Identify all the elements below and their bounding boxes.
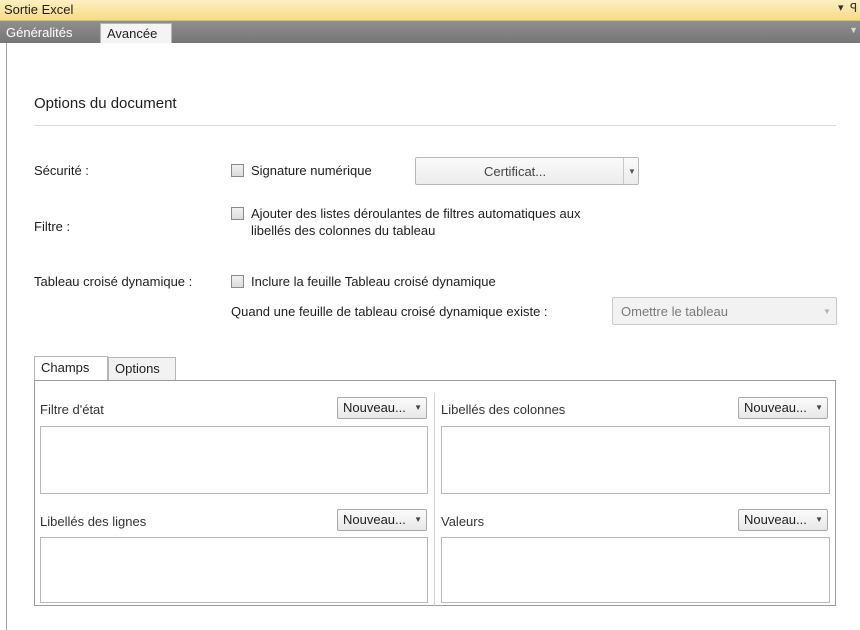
window-title: Sortie Excel <box>4 2 74 17</box>
tab-champs[interactable]: Champs <box>34 356 108 381</box>
chevron-down-icon: ▼ <box>628 167 636 176</box>
certificate-dropdown[interactable]: ▼ <box>623 158 640 184</box>
left-border <box>6 43 7 630</box>
column-labels-list[interactable] <box>441 426 830 494</box>
column-labels-label: Libellés des colonnes <box>441 402 566 417</box>
signature-checkbox-label[interactable]: Signature numérique <box>251 163 372 178</box>
row-labels-new-label: Nouveau... <box>343 512 406 527</box>
signature-checkbox[interactable] <box>231 164 244 177</box>
filter-checkbox-label-line2[interactable]: libellés des colonnes du tableau <box>251 223 435 238</box>
section-title: Options du document <box>34 95 177 112</box>
top-tab-strip: Généralités Avancée ▼ <box>0 21 860 43</box>
pivot-label: Tableau croisé dynamique : <box>34 274 193 289</box>
values-list[interactable] <box>441 537 830 603</box>
pivot-checkbox[interactable] <box>231 275 244 288</box>
dropdown-pin-icon[interactable]: ▾ <box>838 1 844 14</box>
column-labels-new-label: Nouveau... <box>744 400 807 415</box>
column-labels-new-button[interactable]: Nouveau... ▼ <box>738 397 828 419</box>
certificate-button-label: Certificat... <box>484 164 547 179</box>
values-new-button[interactable]: Nouveau... ▼ <box>738 509 828 531</box>
tab-options[interactable]: Options <box>108 357 176 381</box>
chevron-down-icon: ▼ <box>414 403 422 412</box>
section-divider <box>34 125 836 126</box>
pivot-checkbox-label[interactable]: Inclure la feuille Tableau croisé dynami… <box>251 274 496 289</box>
certificate-button[interactable]: Certificat... ▼ <box>415 157 639 185</box>
report-filter-new-label: Nouveau... <box>343 400 406 415</box>
tab-avancee[interactable]: Avancée <box>100 23 172 43</box>
tab-generalites[interactable]: Généralités <box>0 23 78 43</box>
report-filter-list[interactable] <box>40 426 428 494</box>
chevron-down-icon[interactable]: ▼ <box>849 25 858 35</box>
pivot-exists-select[interactable]: Omettre le tableau ▼ <box>612 297 837 325</box>
pin-icon[interactable]: ꟼ <box>850 1 857 15</box>
filter-checkbox-label-line1[interactable]: Ajouter des listes déroulantes de filtre… <box>251 206 581 221</box>
row-labels-new-button[interactable]: Nouveau... ▼ <box>337 509 427 531</box>
pivot-exists-value: Omettre le tableau <box>621 304 728 319</box>
pivot-exists-label: Quand une feuille de tableau croisé dyna… <box>231 304 548 319</box>
filter-checkbox[interactable] <box>231 207 244 220</box>
report-filter-label: Filtre d'état <box>40 402 104 417</box>
row-labels-list[interactable] <box>40 537 428 603</box>
chevron-down-icon: ▼ <box>823 307 831 316</box>
values-label: Valeurs <box>441 514 485 529</box>
values-new-label: Nouveau... <box>744 512 807 527</box>
chevron-down-icon: ▼ <box>815 515 823 524</box>
title-bar: Sortie Excel ▾ ꟼ <box>0 0 860 21</box>
chevron-down-icon: ▼ <box>815 403 823 412</box>
chevron-down-icon: ▼ <box>414 515 422 524</box>
report-filter-new-button[interactable]: Nouveau... ▼ <box>337 397 427 419</box>
filter-label: Filtre : <box>34 219 71 234</box>
panel-divider <box>434 393 435 606</box>
row-labels-label: Libellés des lignes <box>40 514 147 529</box>
security-label: Sécurité : <box>34 163 89 178</box>
